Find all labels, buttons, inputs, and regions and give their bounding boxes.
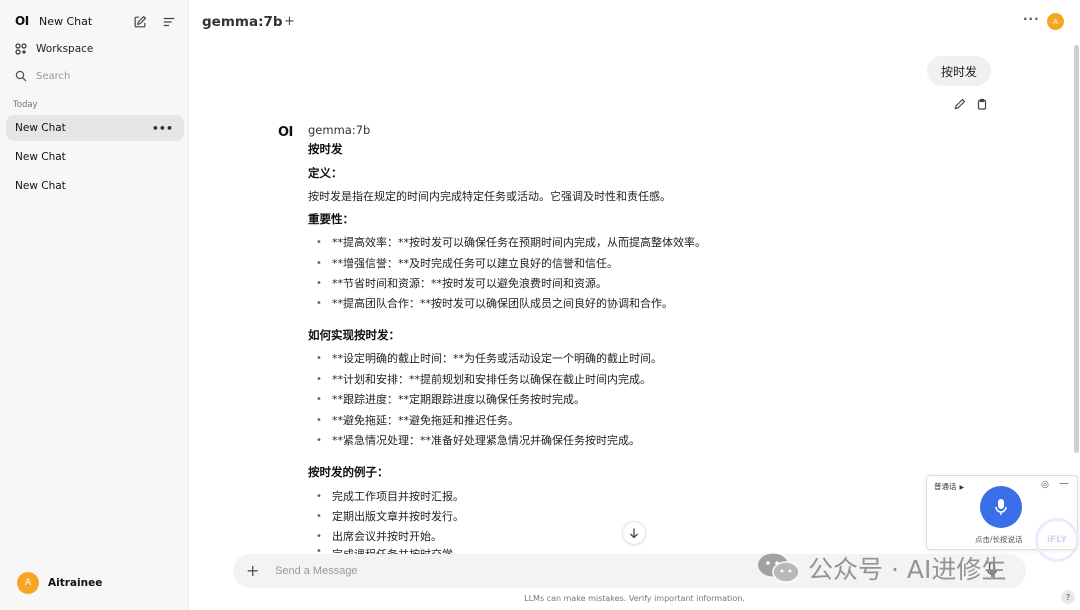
compose-icon[interactable] <box>132 14 148 30</box>
section-heading: 如何实现按时发： <box>308 328 400 342</box>
help-button[interactable]: ? <box>1061 590 1075 604</box>
workspace-label: Workspace <box>36 43 94 55</box>
list-item: • 定期出版文章并按时发行。 <box>316 510 464 523</box>
list-item: • **跟踪进度：**定期跟踪进度以确保任务按时完成。 <box>316 393 585 406</box>
workspace-icon <box>15 43 29 55</box>
ifly-logo: iFLY <box>1035 518 1079 562</box>
list-item: • **提高团队合作：**按时发可以确保团队成员之间良好的协调和合作。 <box>316 297 673 310</box>
language-selector[interactable]: 普通话 ▶ <box>934 481 964 492</box>
list-item: • **避免拖延：**避免拖延和推迟任务。 <box>316 414 519 427</box>
edit-icon[interactable] <box>954 95 966 114</box>
list-item: • 完成工作项目并按时汇报。 <box>316 490 464 503</box>
arrow-down-icon <box>630 528 638 539</box>
user-message-bubble: 按时发 <box>927 56 992 86</box>
assistant-avatar: OI <box>278 125 293 140</box>
chat-item[interactable]: New Chat <box>6 173 184 199</box>
header-avatar[interactable]: A <box>1047 13 1064 30</box>
voice-hint-text: 点击/长按说话 <box>975 535 1023 544</box>
avatar: A <box>17 572 39 594</box>
list-item: • **计划和安排：**提前规划和安排任务以确保在截止时间内完成。 <box>316 373 651 386</box>
model-selector[interactable]: gemma:7b <box>202 14 283 30</box>
sidebar-item-workspace[interactable]: Workspace <box>15 39 93 59</box>
list-item: • **增强信誉：**及时完成任务可以建立良好的信誉和信任。 <box>316 257 618 270</box>
user-profile[interactable]: A Aitrainee <box>17 572 102 594</box>
list-item: • **节省时间和资源：**按时发可以避免浪费时间和资源。 <box>316 277 607 290</box>
watermark: 公众号 · AI进修生 <box>756 550 1006 586</box>
minimize-icon[interactable]: — <box>1059 478 1069 489</box>
sidebar-header: OI New Chat <box>0 8 189 36</box>
microphone-icon <box>995 499 1007 515</box>
list-item: • **设定明确的截止时间：**为任务或活动设定一个明确的截止时间。 <box>316 352 662 365</box>
chat-item-label: New Chat <box>15 151 66 163</box>
list-item: • 出席会议并按时开始。 <box>316 530 442 543</box>
app-logo[interactable]: OI <box>15 14 29 28</box>
message-title: 按时发 <box>308 142 343 156</box>
user-name: Aitrainee <box>48 577 103 589</box>
more-options-icon[interactable]: ··· <box>1023 12 1040 26</box>
sidebar: OI New Chat Workspace Search Today New C… <box>0 0 189 610</box>
disclaimer-text: LLMs can make mistakes. Verify important… <box>524 594 745 603</box>
scrollbar[interactable] <box>1074 45 1079 453</box>
search-icon <box>15 70 29 82</box>
list-item: • **提高效率：**按时发可以确保任务在预期时间内完成，从而提高整体效率。 <box>316 236 706 249</box>
chat-item-label: New Chat <box>15 180 66 192</box>
sidebar-toggle-icon[interactable] <box>161 14 177 30</box>
copy-icon[interactable] <box>976 95 988 114</box>
new-chat-link[interactable]: New Chat <box>39 15 92 28</box>
section-today-label: Today <box>13 100 38 110</box>
voice-record-button[interactable] <box>980 486 1022 528</box>
search-input[interactable]: Search <box>36 71 70 82</box>
section-heading: 重要性： <box>308 212 354 226</box>
settings-icon[interactable]: ◎ <box>1041 480 1049 490</box>
attach-button[interactable]: + <box>246 561 259 580</box>
add-model-button[interactable]: + <box>284 14 295 29</box>
assistant-model-name: gemma:7b <box>308 123 371 137</box>
section-heading: 按时发的例子： <box>308 465 389 479</box>
list-item: • **紧急情况处理：**准备好处理紧急情况并确保任务按时完成。 <box>316 434 640 447</box>
chat-item-label: New Chat <box>15 122 66 134</box>
section-heading: 定义： <box>308 166 343 180</box>
wechat-logo-icon <box>758 553 800 583</box>
chat-item[interactable]: New Chat <box>6 144 184 170</box>
user-message-actions <box>954 95 988 114</box>
chat-item-active[interactable]: New Chat ••• <box>6 115 184 141</box>
sidebar-search[interactable]: Search <box>15 66 70 86</box>
chat-menu-icon[interactable]: ••• <box>152 122 173 135</box>
scroll-to-bottom-button[interactable] <box>622 521 646 545</box>
watermark-text: 公众号 · AI进修生 <box>808 555 1007 584</box>
section-text: 按时发是指在规定的时间内完成特定任务或活动。它强调及时性和责任感。 <box>308 190 671 203</box>
